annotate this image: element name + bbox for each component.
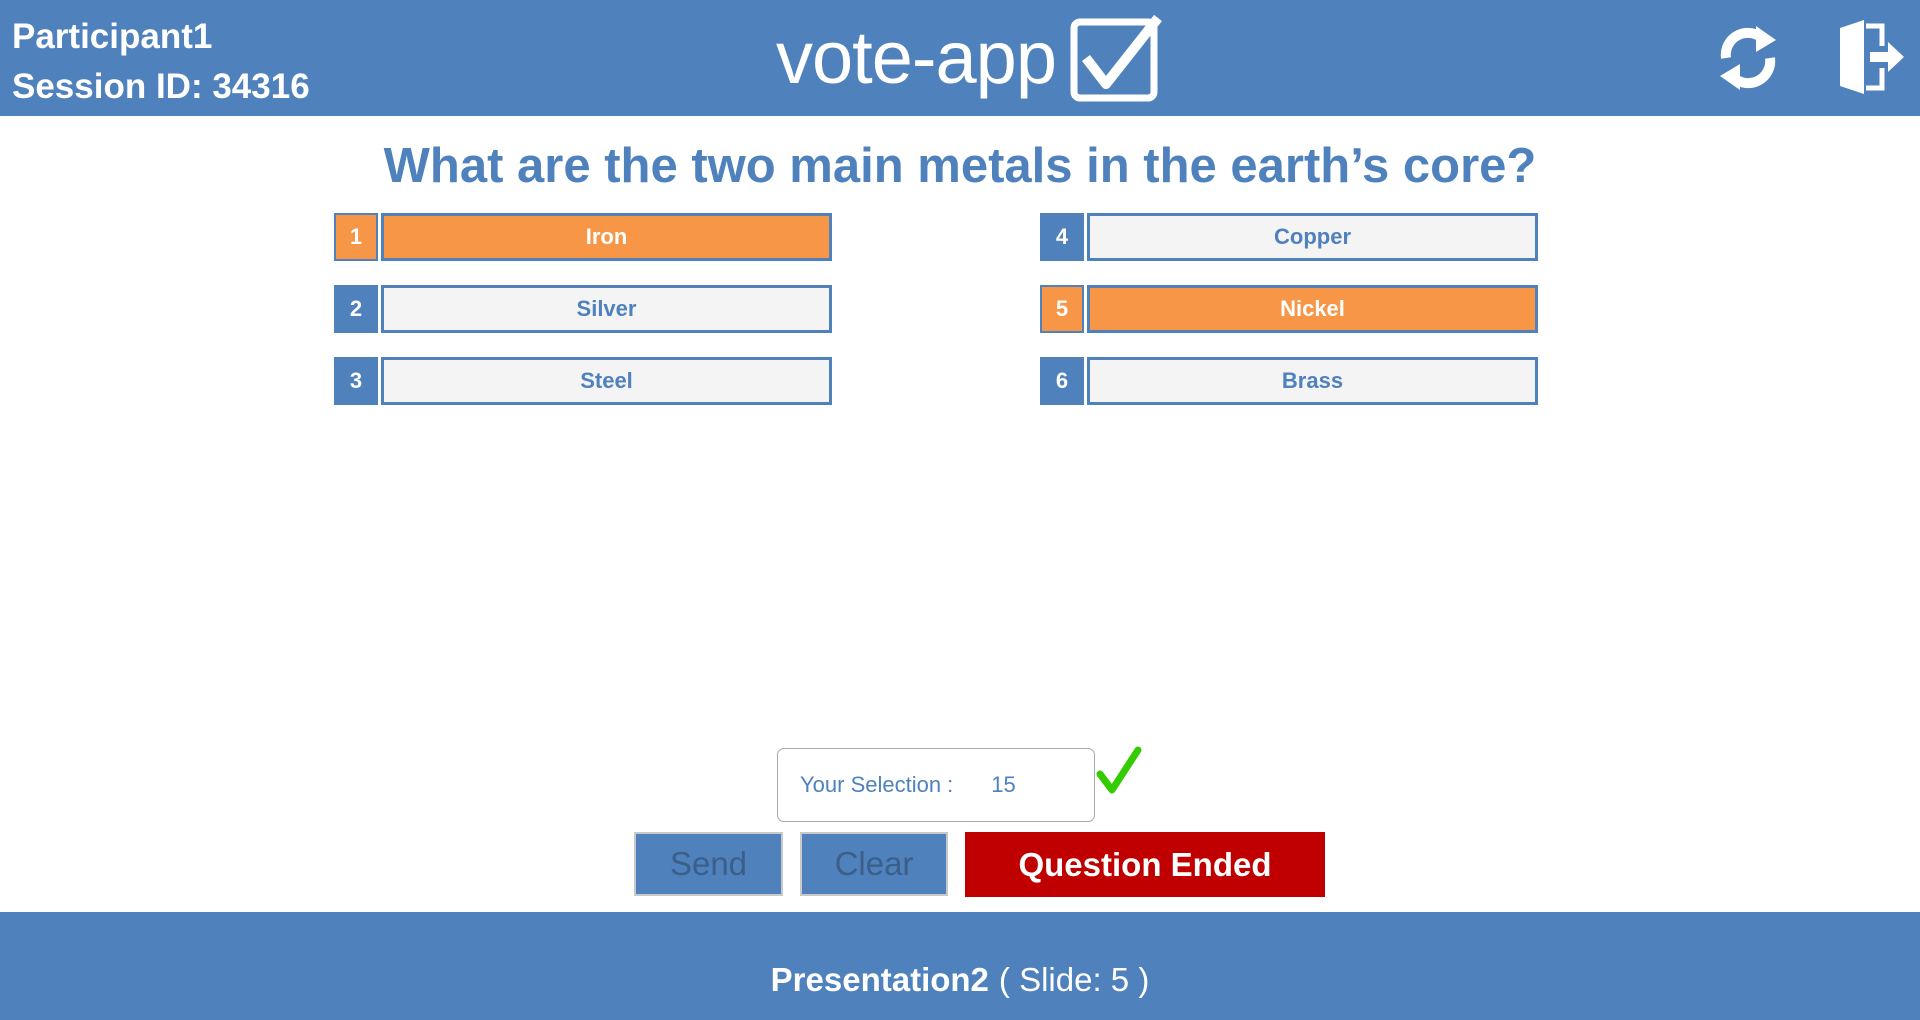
send-button[interactable]: Send — [634, 832, 783, 896]
option-number: 6 — [1040, 357, 1084, 405]
header-bar: Participant1 Session ID: 34316 vote-app — [0, 0, 1920, 116]
option-brass[interactable]: 6 Brass — [1040, 357, 1538, 405]
question-ended-button[interactable]: Question Ended — [965, 832, 1325, 897]
participant-info: Participant1 Session ID: 34316 — [12, 12, 310, 112]
presentation-name: Presentation2 — [770, 961, 989, 998]
option-iron[interactable]: 1 Iron — [334, 213, 832, 261]
exit-icon[interactable] — [1836, 18, 1906, 96]
option-number: 5 — [1040, 285, 1084, 333]
footer-bar: Presentation2 ( Slide: 5 ) — [0, 912, 1920, 1020]
clear-button[interactable]: Clear — [800, 832, 948, 896]
option-silver[interactable]: 2 Silver — [334, 285, 832, 333]
question-text: What are the two main metals in the eart… — [383, 139, 1537, 193]
checkmark-icon — [1096, 746, 1142, 794]
option-label: Iron — [381, 213, 832, 261]
logo-text: vote-app — [776, 15, 1057, 99]
session-id: Session ID: 34316 — [12, 67, 310, 106]
logo-checkbox-icon — [1070, 14, 1162, 101]
participant-name: Participant1 — [12, 17, 213, 56]
slide-number: ( Slide: 5 ) — [998, 961, 1150, 998]
selection-label: Your Selection : — [800, 772, 954, 797]
option-number: 1 — [334, 213, 378, 261]
option-label: Brass — [1087, 357, 1538, 405]
option-steel[interactable]: 3 Steel — [334, 357, 832, 405]
selection-display: Your Selection : 15 — [777, 748, 1095, 822]
option-number: 4 — [1040, 213, 1084, 261]
option-label: Nickel — [1087, 285, 1538, 333]
option-label: Silver — [381, 285, 832, 333]
option-nickel[interactable]: 5 Nickel — [1040, 285, 1538, 333]
option-copper[interactable]: 4 Copper — [1040, 213, 1538, 261]
selection-value: 15 — [991, 772, 1016, 797]
option-label: Copper — [1087, 213, 1538, 261]
option-number: 2 — [334, 285, 378, 333]
vote-app-logo: vote-app — [776, 10, 1162, 105]
refresh-icon[interactable] — [1712, 18, 1784, 98]
option-number: 3 — [334, 357, 378, 405]
option-label: Steel — [381, 357, 832, 405]
